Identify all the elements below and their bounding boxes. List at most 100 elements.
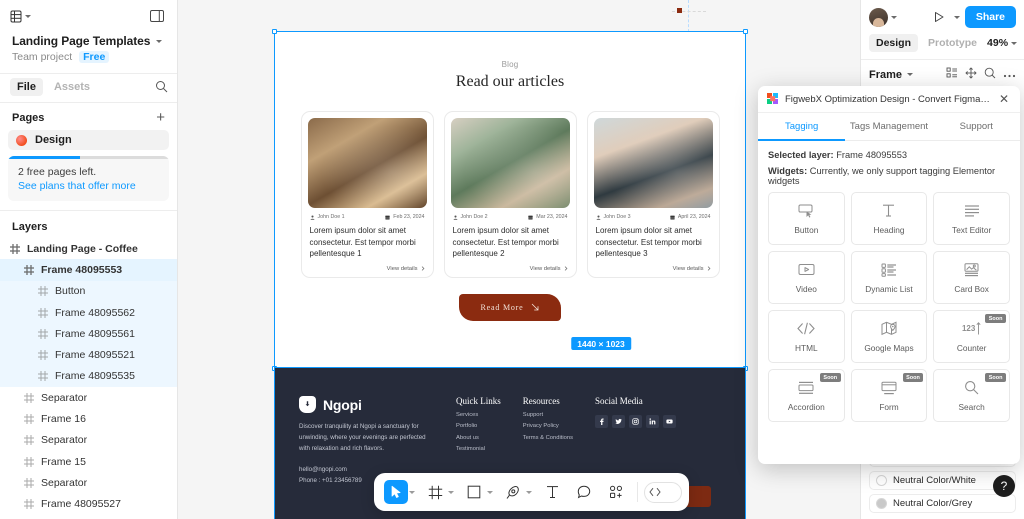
present-button[interactable] [929, 7, 949, 27]
user-menu-button[interactable] [869, 7, 897, 27]
share-button[interactable]: Share [964, 6, 1016, 28]
widget-search[interactable]: Soon Search [933, 369, 1010, 422]
tool-move[interactable] [381, 476, 418, 508]
resize-handle-top-right[interactable] [743, 29, 748, 34]
layer-row[interactable]: Landing Page - Coffee [0, 238, 177, 259]
see-plans-link[interactable]: See plans that offer more [8, 178, 169, 192]
widget-google-maps[interactable]: Google Maps [850, 310, 928, 363]
layer-row[interactable]: Frame 48095553 [0, 259, 177, 281]
tab-assets[interactable]: Assets [47, 78, 97, 96]
instagram-icon[interactable] [629, 415, 643, 428]
footer-link[interactable]: About us [456, 435, 501, 441]
article-card[interactable]: John Doe 2 Mar 23, 2024 Lorem ipsum dolor … [443, 111, 577, 278]
widget-button[interactable]: Button [768, 192, 845, 245]
widgets-note-line: Widgets: Currently, we only support tagg… [768, 166, 1010, 186]
page-item-design[interactable]: Design [8, 130, 169, 150]
button-icon [798, 203, 815, 219]
tool-comment[interactable] [569, 476, 599, 508]
toggle-panels-button[interactable] [147, 6, 167, 26]
color-style-row[interactable]: Neutral Color/Grey [869, 494, 1016, 513]
footer-link[interactable]: Portfolio [456, 423, 501, 429]
help-button[interactable]: ? [993, 475, 1015, 497]
chevron-down-icon[interactable] [907, 73, 914, 76]
mask-icon[interactable] [984, 67, 996, 82]
widget-dynamic-list[interactable]: Dynamic List [850, 251, 928, 304]
widget-label: Button [794, 224, 819, 235]
youtube-icon[interactable] [663, 415, 677, 428]
twitter-icon[interactable] [612, 415, 626, 428]
more-icon[interactable] [1003, 69, 1016, 81]
layer-row[interactable]: Separator [0, 472, 177, 493]
close-icon[interactable]: ✕ [997, 93, 1011, 105]
zoom-level-label: 49% [987, 37, 1009, 49]
layer-row[interactable]: Frame 16 [0, 408, 177, 429]
layer-row[interactable]: Frame 48095527 [0, 494, 177, 515]
tool-text[interactable] [537, 476, 567, 508]
free-plan-quota-box: 2 free pages left. See plans that offer … [8, 156, 169, 201]
widget-text-editor[interactable]: Text Editor [933, 192, 1010, 245]
dev-mode-toggle[interactable] [644, 481, 682, 503]
layer-row[interactable]: Separator [0, 515, 177, 519]
widget-html[interactable]: HTML [768, 310, 845, 363]
facebook-icon[interactable] [595, 415, 609, 428]
widget-counter[interactable]: Soon 123 Counter [933, 310, 1010, 363]
layer-row[interactable]: Button [0, 280, 177, 302]
add-page-button[interactable]: + [156, 110, 165, 125]
footer-social-row [595, 415, 677, 428]
layer-row[interactable]: Frame 48095535 [0, 365, 177, 388]
footer-description: Discover tranquility at Ngopi a sanctuar… [299, 423, 426, 452]
form-icon [881, 380, 897, 396]
view-details-link[interactable]: View details [451, 260, 570, 272]
read-more-button[interactable]: Read More [458, 293, 562, 321]
footer-column-heading: Resources [522, 396, 560, 406]
layer-row[interactable]: Frame 48095562 [0, 301, 177, 324]
blog-artboard[interactable]: Blog Read our articles John Doe 1 Feb 23,… [272, 29, 748, 371]
plugin-title-bar[interactable]: FigwebX Optimization Design - Convert Fi… [758, 86, 1020, 113]
tab-file[interactable]: File [10, 78, 43, 96]
resize-handle-top-left[interactable] [272, 29, 277, 34]
layer-row[interactable]: Separator [0, 430, 177, 451]
widget-video[interactable]: Video [768, 251, 845, 304]
footer-link[interactable]: Support [523, 412, 573, 418]
zoom-control[interactable]: 49% [987, 37, 1018, 49]
widget-accordion[interactable]: Soon Accordion [768, 369, 845, 422]
widget-label: Form [879, 401, 899, 412]
plugin-tab-support[interactable]: Support [933, 113, 1020, 141]
tool-frame[interactable] [420, 476, 457, 508]
layer-row[interactable]: Frame 48095561 [0, 323, 177, 345]
footer-link[interactable]: Privacy Policy [523, 423, 573, 429]
arrow-down-right-icon [532, 303, 539, 311]
widget-card-box[interactable]: Card Box [933, 251, 1010, 304]
article-excerpt: Lorem ipsum dolor sit amet consectetur. … [309, 226, 416, 259]
layer-row[interactable]: Separator [0, 387, 177, 408]
footer-link[interactable]: Testimonial [456, 446, 501, 452]
tab-prototype[interactable]: Prototype [921, 34, 984, 52]
layer-row[interactable]: Frame 15 [0, 451, 177, 472]
widget-heading[interactable]: Heading [850, 192, 928, 245]
tool-shape[interactable] [459, 476, 496, 508]
tab-design[interactable]: Design [869, 34, 919, 52]
layer-label: Separator [41, 434, 88, 447]
tool-actions[interactable] [601, 476, 631, 508]
plugin-tab-tagging[interactable]: Tagging [758, 113, 846, 141]
layer-row[interactable]: Frame 48095521 [0, 344, 177, 366]
widget-label: Text Editor [952, 224, 992, 235]
figma-menu-button[interactable] [10, 10, 31, 23]
tool-pen[interactable] [498, 476, 535, 508]
linkedin-icon[interactable] [646, 415, 660, 428]
figwebx-logo-icon [767, 93, 778, 104]
project-name-row[interactable]: Landing Page Templates [12, 34, 165, 48]
article-card[interactable]: John Doe 1 Feb 23, 2024 Lorem ipsum dolor … [300, 111, 434, 278]
article-card[interactable]: John Doe 3 April 23, 2024 Lorem ipsum dolo… [586, 111, 720, 278]
align-icon[interactable] [965, 67, 977, 82]
grid-icon[interactable] [946, 67, 958, 82]
code-icon [649, 487, 661, 497]
plugin-tab-tags-management[interactable]: Tags Management [845, 113, 932, 141]
widget-form[interactable]: Soon Form [850, 369, 928, 422]
search-button[interactable] [155, 80, 168, 96]
view-details-link[interactable]: View details [308, 260, 427, 272]
selection-guide-vertical [688, 0, 689, 32]
footer-link[interactable]: Terms & Conditions [523, 435, 573, 441]
footer-link[interactable]: Services [456, 412, 501, 418]
view-details-link[interactable]: View details [594, 260, 713, 272]
